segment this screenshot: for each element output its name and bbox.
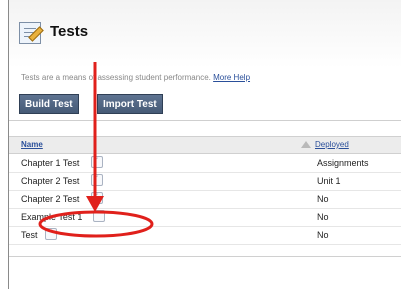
column-header-name[interactable]: Name xyxy=(21,140,43,149)
chevron-down-icon[interactable]: ˇ xyxy=(93,210,105,222)
chevron-down-icon[interactable]: ˇ xyxy=(91,174,103,186)
sort-arrow-icon[interactable] xyxy=(301,141,311,148)
deployed-value: Assignments xyxy=(317,158,369,168)
import-test-button[interactable]: Import Test xyxy=(97,94,163,114)
test-name[interactable]: Chapter 2 Test xyxy=(21,176,79,186)
table-row: Chapter 2 Test ˇ No xyxy=(9,190,401,209)
page-title: Tests xyxy=(50,23,89,40)
page-header: Tests xyxy=(9,0,401,68)
deployed-value: Unit 1 xyxy=(317,176,341,186)
table-header: Name Deployed xyxy=(9,136,401,154)
more-help-link[interactable]: More Help xyxy=(213,73,250,82)
column-header-deployed[interactable]: Deployed xyxy=(315,140,349,149)
content-frame: Tests Tests are a means of assessing stu… xyxy=(8,0,401,289)
test-name[interactable]: Test xyxy=(21,230,38,240)
chevron-down-icon[interactable]: ˇ xyxy=(91,192,103,204)
divider xyxy=(9,120,401,121)
test-name[interactable]: Example Test 1 xyxy=(21,212,82,222)
deployed-value: No xyxy=(317,230,329,240)
table-row: Chapter 1 Test ˇ Assignments xyxy=(9,154,401,173)
table-row: Example Test 1 ˇ No xyxy=(9,208,401,227)
deployed-value: No xyxy=(317,194,329,204)
table-row: Test ˇ No xyxy=(9,226,401,245)
chevron-down-icon[interactable]: ˇ xyxy=(91,156,103,168)
table-row: Chapter 2 Test ˇ Unit 1 xyxy=(9,172,401,191)
page-description: Tests are a means of assessing student p… xyxy=(21,73,250,82)
table-bottom-border xyxy=(9,256,401,257)
test-icon xyxy=(19,22,44,44)
build-test-button[interactable]: Build Test xyxy=(19,94,79,114)
test-name[interactable]: Chapter 1 Test xyxy=(21,158,79,168)
description-text: Tests are a means of assessing student p… xyxy=(21,73,211,82)
chevron-down-icon[interactable]: ˇ xyxy=(45,228,57,240)
test-name[interactable]: Chapter 2 Test xyxy=(21,194,79,204)
deployed-value: No xyxy=(317,212,329,222)
